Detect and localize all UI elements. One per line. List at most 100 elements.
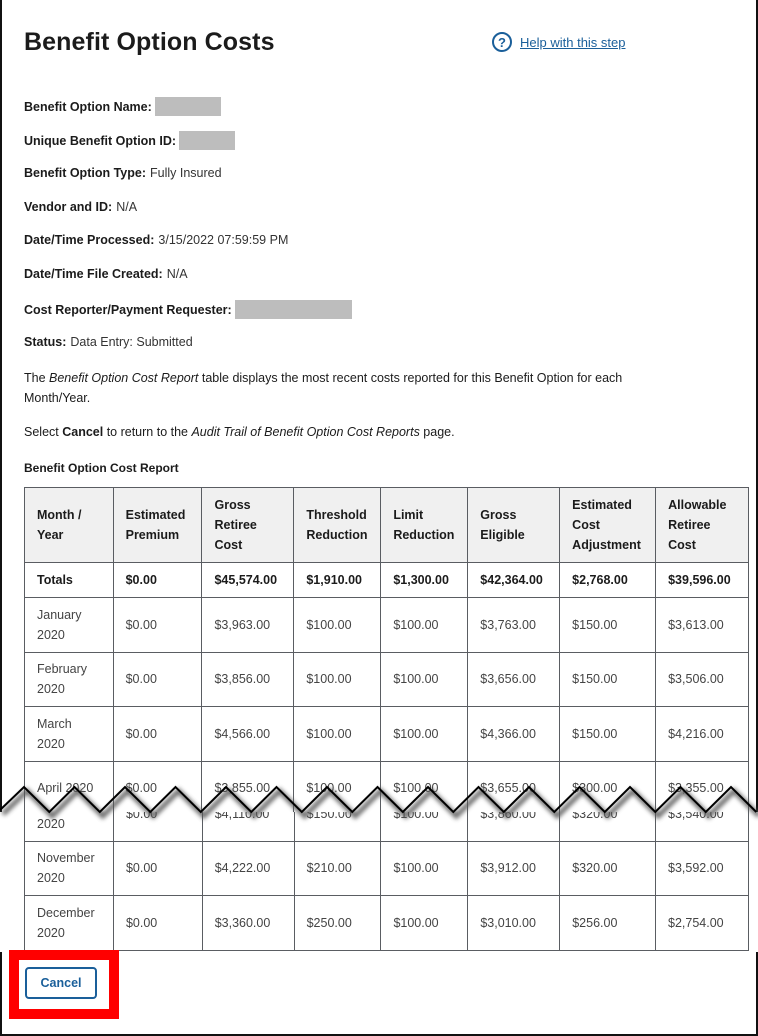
table-cell: $100.00	[380, 651, 469, 707]
table-cell: $45,574.00	[201, 562, 295, 598]
table-cell: $3,912.00	[467, 840, 561, 896]
field-value: N/A	[166, 267, 188, 281]
table-cell: $0.00	[112, 840, 203, 896]
table-row: February 2020 $0.00 $3,856.00 $100.00 $100.0…	[24, 651, 749, 707]
field-label: Date/Time File Created:	[24, 267, 163, 281]
field-value: 3/15/2022 07:59:59 PM	[158, 233, 289, 247]
cancel-instruction: Select Cancel to return to the Audit Tra…	[24, 422, 664, 442]
table-cell: $100.00	[380, 895, 469, 951]
month-year-cell: March 2020	[24, 706, 114, 762]
table-row: December 2020 $0.00 $3,360.00 $250.00 $100.0…	[24, 895, 749, 951]
column-header-limit-reduction: Limit Reduction	[380, 487, 469, 563]
benefit-option-cost-report-table: Month / Year Estimated Premium Gross Ret…	[24, 487, 749, 816]
table-cell: $3,963.00	[201, 597, 295, 653]
month-year-cell: October 2020	[24, 812, 114, 842]
table-row: March 2020 $0.00 $4,566.00 $100.00 $100.00 $4…	[24, 706, 749, 762]
table-cell: $320.00	[559, 840, 657, 896]
table-cell: $3,655.00	[467, 760, 561, 816]
question-circle-icon[interactable]: ?	[492, 32, 512, 52]
table-cell: $300.00	[559, 760, 657, 816]
table-cell: $150.00	[293, 812, 382, 842]
field-vendor-and-id: Vendor and ID: N/A	[24, 200, 137, 214]
table-cell: $4,566.00	[201, 706, 295, 762]
field-label: Benefit Option Name:	[24, 99, 152, 114]
table-cell: $3,613.00	[655, 597, 749, 653]
table-cell: $150.00	[559, 651, 657, 707]
field-date-time-file-created: Date/Time File Created: N/A	[24, 267, 188, 281]
table-cell: $0.00	[112, 597, 203, 653]
table-cell: $0.00	[112, 760, 203, 816]
text: The	[24, 371, 50, 385]
table-cell: $42,364.00	[467, 562, 561, 598]
table-description: The Benefit Option Cost Report table dis…	[24, 368, 664, 408]
table-cell: $3,506.00	[655, 651, 749, 707]
field-label: Vendor and ID:	[24, 200, 113, 214]
cancel-button[interactable]: Cancel	[25, 967, 97, 999]
help-with-this-step-link[interactable]: Help with this step	[520, 35, 626, 50]
table-cell: $3,855.00	[201, 760, 295, 816]
field-value: Data Entry: Submitted	[70, 335, 193, 349]
field-date-time-processed: Date/Time Processed: 3/15/2022 07:59:59 …	[24, 233, 288, 247]
table-row: October 2020$0.00$4,110.00$150.00$100.00…	[24, 812, 749, 842]
field-cost-reporter: Cost Reporter/Payment Requester:	[24, 300, 352, 319]
field-label: Benefit Option Type:	[24, 166, 146, 180]
column-header-gross-eligible: Gross Eligible	[467, 487, 561, 563]
table-cell: $100.00	[293, 651, 382, 707]
table-cell: $100.00	[380, 760, 469, 816]
text: to return to the	[103, 425, 192, 439]
help-link-group[interactable]: ? Help with this step	[492, 32, 626, 52]
table-cell: $256.00	[559, 895, 657, 951]
field-value: N/A	[116, 200, 138, 214]
table-cell: $2,768.00	[559, 562, 657, 598]
table-continuation: October 2020$0.00$4,110.00$150.00$100.00…	[0, 812, 758, 952]
redacted-value	[179, 131, 236, 150]
cancel-emphasis: Cancel	[62, 425, 104, 439]
field-label: Unique Benefit Option ID:	[24, 133, 177, 148]
table-row: January 2020 $0.00 $3,963.00 $100.00 $100.00…	[24, 597, 749, 653]
table-cell: $150.00	[559, 706, 657, 762]
redacted-value	[234, 300, 352, 319]
table-cell: $4,216.00	[655, 706, 749, 762]
table-header-row: Month / Year Estimated Premium Gross Ret…	[24, 487, 749, 563]
month-year-cell: April 2020	[24, 760, 114, 816]
month-year-cell: December 2020	[24, 895, 114, 951]
benefit-option-cost-report-table-continued: October 2020$0.00$4,110.00$150.00$100.00…	[24, 812, 749, 951]
field-status: Status: Data Entry: Submitted	[24, 335, 193, 349]
table-cell: $3,010.00	[467, 895, 561, 951]
month-year-cell: February 2020	[24, 651, 114, 707]
field-benefit-option-name: Benefit Option Name:	[24, 97, 221, 116]
text: Select	[24, 425, 63, 439]
column-header-month-year: Month / Year	[24, 487, 114, 563]
table-cell: $100.00	[293, 706, 382, 762]
table-cell: $100.00	[293, 760, 382, 816]
field-label: Status:	[24, 335, 67, 349]
table-row: April 2020 $0.00 $3,855.00 $100.00 $100.00 $3…	[24, 760, 749, 816]
field-label: Date/Time Processed:	[24, 233, 155, 247]
text: page.	[419, 425, 455, 439]
table-name-emphasis: Benefit Option Cost Report	[49, 371, 199, 385]
field-label: Cost Reporter/Payment Requester:	[24, 302, 232, 317]
table-cell: $100.00	[380, 840, 469, 896]
table-cell: $100.00	[380, 812, 469, 842]
audit-trail-emphasis: Audit Trail of Benefit Option Cost Repor…	[191, 425, 420, 439]
table-cell: $1,300.00	[380, 562, 469, 598]
column-header-allowable-retiree-cost: Allowable Retiree Cost	[655, 487, 749, 563]
table-cell: $4,366.00	[467, 706, 561, 762]
table-cell: $0.00	[112, 895, 203, 951]
table-cell: $3,355.00	[655, 760, 749, 816]
table-cell: $3,860.00	[467, 812, 561, 842]
table-cell: $100.00	[380, 597, 469, 653]
table-row: November 2020 $0.00 $4,222.00 $210.00 $100.0…	[24, 840, 749, 896]
table-cell: $0.00	[112, 706, 203, 762]
table-cell: $4,222.00	[201, 840, 295, 896]
totals-row: Totals $0.00 $45,574.00 $1,910.00 $1,300…	[24, 562, 749, 598]
field-unique-benefit-option-id: Unique Benefit Option ID:	[24, 131, 236, 150]
redacted-value	[154, 97, 221, 116]
table-cell: $3,763.00	[467, 597, 561, 653]
table-cell: $39,596.00	[655, 562, 749, 598]
table-cell: $3,540.00	[655, 812, 749, 842]
table-cell: $0.00	[112, 812, 203, 842]
page-title: Benefit Option Costs	[24, 28, 275, 56]
table-cell: $100.00	[380, 706, 469, 762]
table-cell: $4,110.00	[201, 812, 295, 842]
